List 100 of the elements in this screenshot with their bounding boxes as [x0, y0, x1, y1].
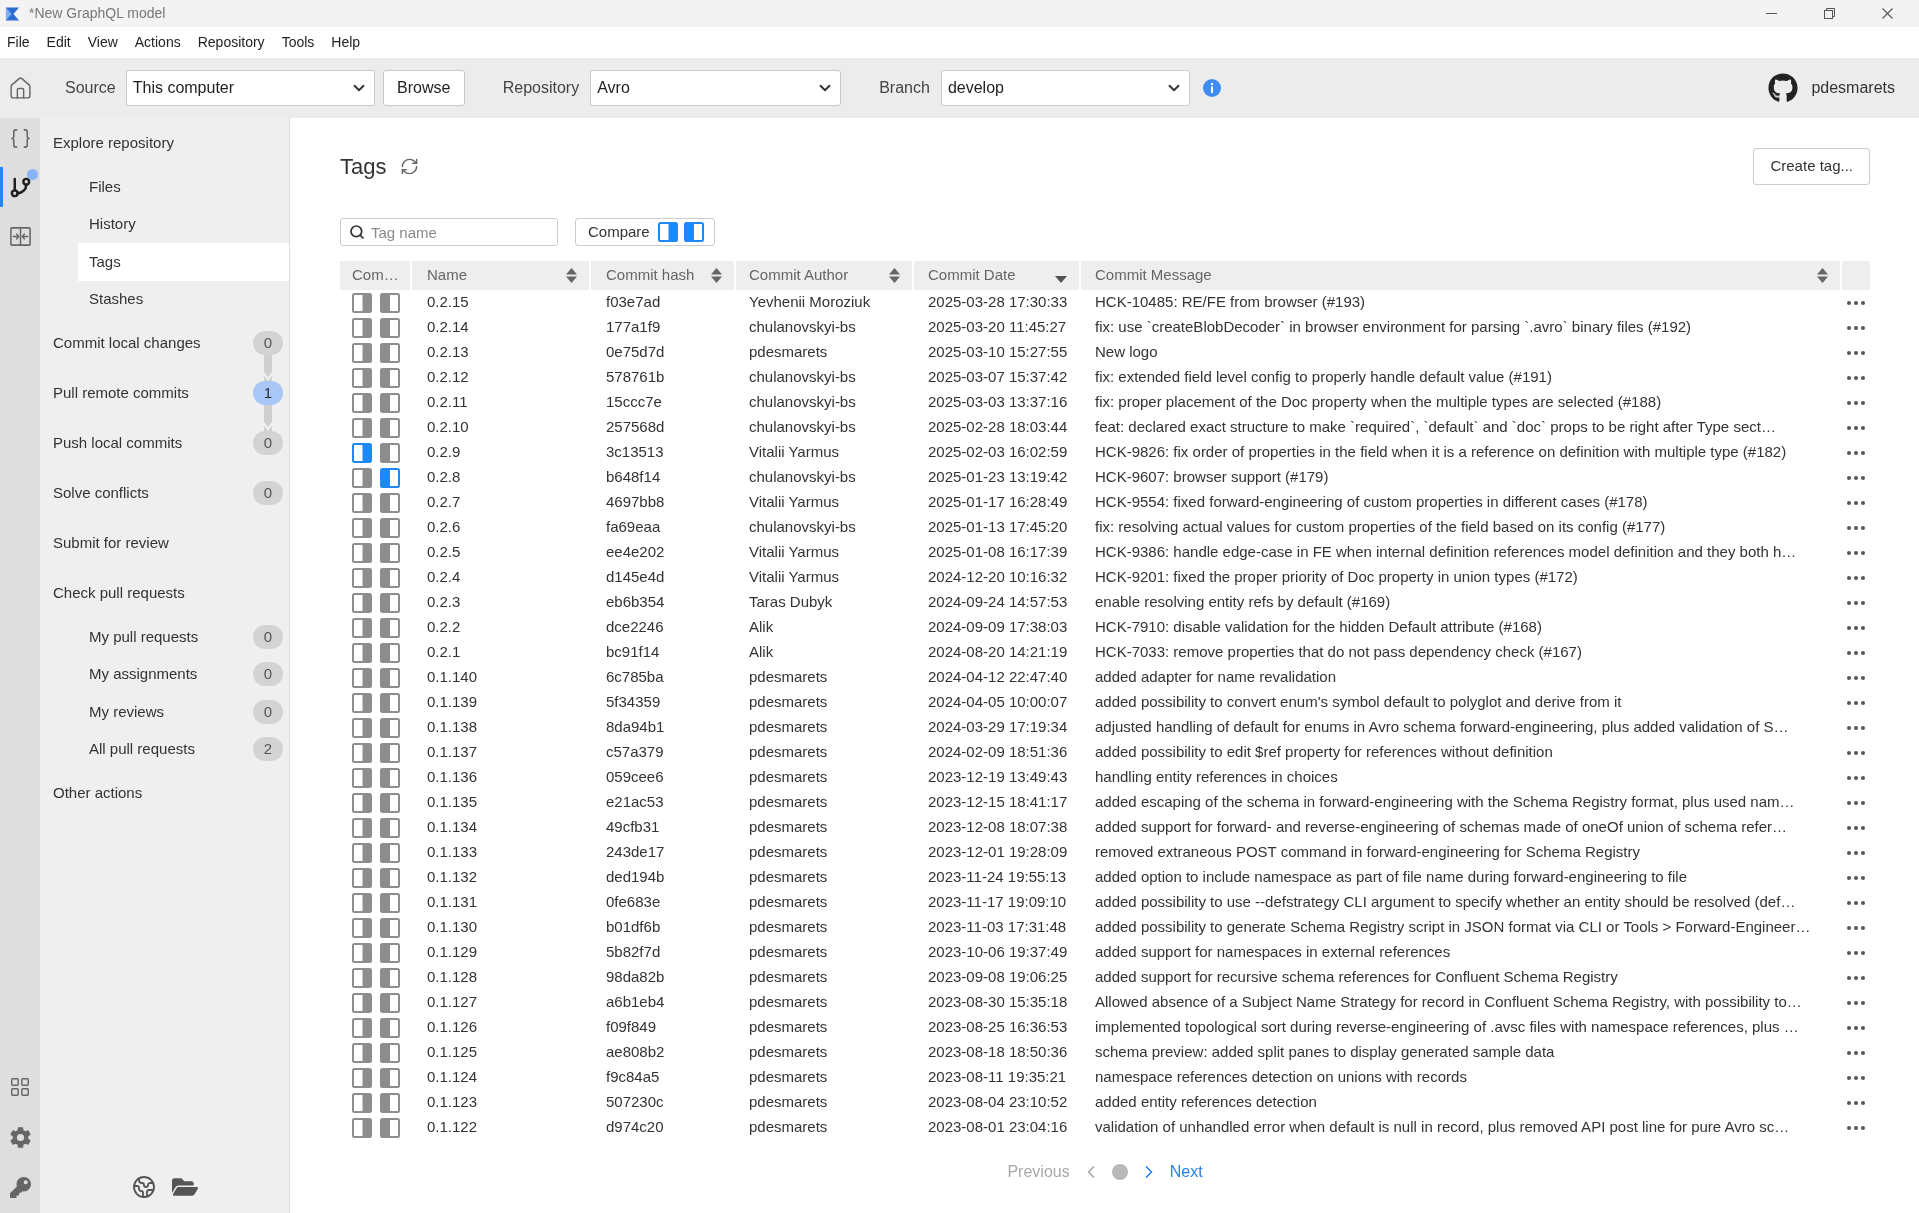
split-square-icon[interactable]: [352, 517, 372, 538]
more-icon[interactable]: [1847, 1025, 1865, 1030]
nav-item[interactable]: Commit local changes: [40, 318, 253, 368]
split-square-icon[interactable]: [380, 617, 400, 638]
grid-icon[interactable]: [9, 1076, 31, 1098]
split-square-icon[interactable]: [380, 842, 400, 863]
split-square-icon[interactable]: [352, 1017, 372, 1038]
split-square-icon[interactable]: [352, 942, 372, 963]
nav-item[interactable]: My reviews: [78, 693, 253, 731]
split-square-icon[interactable]: [352, 342, 372, 363]
split-square-icon[interactable]: [380, 917, 400, 938]
more-icon[interactable]: [1847, 925, 1865, 930]
split-square-icon[interactable]: [380, 792, 400, 813]
nav-item[interactable]: Other actions: [40, 768, 289, 818]
more-icon[interactable]: [1847, 425, 1865, 430]
source-select[interactable]: This computer: [125, 70, 375, 106]
close-icon[interactable]: [1881, 8, 1893, 19]
menu-item[interactable]: Edit: [46, 32, 71, 53]
split-square-icon[interactable]: [352, 292, 372, 313]
split-square-icon[interactable]: [352, 867, 372, 888]
split-square-icon[interactable]: [380, 342, 400, 363]
split-square-icon[interactable]: [352, 392, 372, 413]
split-square-icon[interactable]: [380, 1042, 400, 1063]
split-square-icon[interactable]: [380, 1067, 400, 1088]
more-icon[interactable]: [1847, 625, 1865, 630]
menu-item[interactable]: File: [7, 32, 30, 53]
compare-button[interactable]: Compare: [575, 218, 715, 246]
nav-item[interactable]: History: [78, 205, 289, 243]
column-header[interactable]: Name: [412, 261, 591, 290]
split-square-icon[interactable]: [380, 367, 400, 388]
split-square-icon[interactable]: [352, 1117, 372, 1138]
more-icon[interactable]: [1847, 800, 1865, 805]
more-icon[interactable]: [1847, 500, 1865, 505]
split-square-icon[interactable]: [352, 617, 372, 638]
split-square-icon[interactable]: [352, 367, 372, 388]
split-square-icon[interactable]: [352, 317, 372, 338]
browse-button[interactable]: Browse: [382, 70, 465, 106]
split-square-icon[interactable]: [352, 792, 372, 813]
split-square-icon[interactable]: [380, 492, 400, 513]
split-square-icon[interactable]: [380, 467, 400, 488]
more-icon[interactable]: [1847, 1125, 1865, 1130]
menu-item[interactable]: Help: [331, 32, 361, 53]
split-square-icon[interactable]: [352, 542, 372, 563]
split-square-icon[interactable]: [380, 1017, 400, 1038]
globe-icon[interactable]: [131, 1175, 156, 1199]
split-square-icon[interactable]: [352, 1092, 372, 1113]
split-square-icon[interactable]: [352, 642, 372, 663]
more-icon[interactable]: [1847, 650, 1865, 655]
more-icon[interactable]: [1847, 1000, 1865, 1005]
search-field[interactable]: Tag name: [340, 218, 558, 246]
more-icon[interactable]: [1847, 1075, 1865, 1080]
menu-item[interactable]: View: [87, 32, 118, 53]
braces-icon[interactable]: [8, 126, 32, 150]
split-square-icon[interactable]: [380, 542, 400, 563]
split-square-icon[interactable]: [380, 517, 400, 538]
refresh-icon[interactable]: [400, 156, 420, 176]
next-button[interactable]: Next: [1169, 1160, 1203, 1184]
nav-item[interactable]: Solve conflicts: [40, 468, 253, 518]
split-square-icon[interactable]: [380, 742, 400, 763]
github-icon[interactable]: [1768, 73, 1799, 103]
split-square-icon[interactable]: [380, 867, 400, 888]
more-icon[interactable]: [1847, 850, 1865, 855]
split-square-icon[interactable]: [380, 967, 400, 988]
more-icon[interactable]: [1847, 900, 1865, 905]
split-square-icon[interactable]: [380, 992, 400, 1013]
home-icon[interactable]: [7, 75, 33, 101]
nav-item[interactable]: Push local commits: [40, 418, 253, 468]
more-icon[interactable]: [1847, 350, 1865, 355]
split-square-icon[interactable]: [352, 842, 372, 863]
split-square-icon[interactable]: [380, 417, 400, 438]
more-icon[interactable]: [1847, 525, 1865, 530]
more-icon[interactable]: [1847, 375, 1865, 380]
more-icon[interactable]: [1847, 600, 1865, 605]
more-icon[interactable]: [1847, 300, 1865, 305]
split-square-icon[interactable]: [380, 667, 400, 688]
split-square-icon[interactable]: [352, 1067, 372, 1088]
split-square-icon[interactable]: [352, 567, 372, 588]
split-square-icon[interactable]: [352, 417, 372, 438]
split-square-icon[interactable]: [380, 817, 400, 838]
info-icon[interactable]: [1202, 79, 1221, 97]
split-square-icon[interactable]: [380, 1117, 400, 1138]
branch-icon[interactable]: [8, 175, 32, 199]
split-square-icon[interactable]: [352, 592, 372, 613]
more-icon[interactable]: [1847, 775, 1865, 780]
nav-item[interactable]: Check pull requests: [40, 568, 289, 618]
branch-select[interactable]: develop: [940, 70, 1190, 106]
split-square-icon[interactable]: [380, 1092, 400, 1113]
split-square-icon[interactable]: [352, 917, 372, 938]
compare-panes-icon[interactable]: [8, 224, 32, 248]
nav-item[interactable]: All pull requests: [78, 730, 253, 768]
key-icon[interactable]: [9, 1176, 31, 1198]
more-icon[interactable]: [1847, 475, 1865, 480]
column-header[interactable]: Commit Author: [736, 261, 914, 290]
nav-item[interactable]: Pull remote commits: [40, 368, 253, 418]
split-square-icon[interactable]: [352, 492, 372, 513]
create-tag-button[interactable]: Create tag...: [1753, 147, 1870, 185]
folder-icon[interactable]: [171, 1175, 198, 1199]
split-square-icon[interactable]: [380, 567, 400, 588]
more-icon[interactable]: [1847, 675, 1865, 680]
split-square-icon[interactable]: [352, 1042, 372, 1063]
